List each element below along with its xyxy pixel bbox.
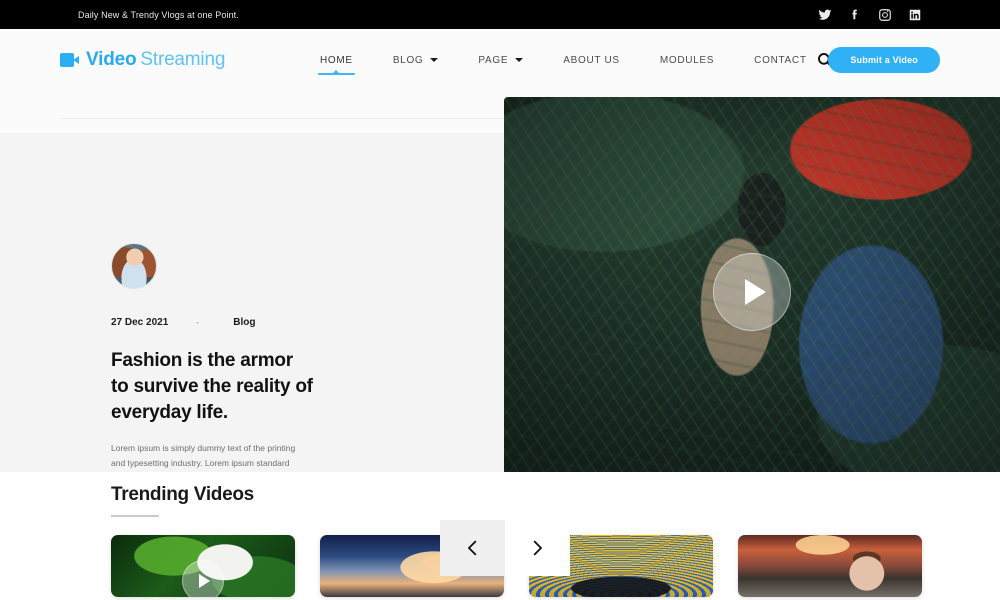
- post-meta: 27 Dec 2021 · Blog: [111, 317, 441, 328]
- card-thumbnail: [738, 535, 922, 597]
- carousel-prev-button[interactable]: [440, 520, 505, 576]
- site-logo[interactable]: Video Streaming: [60, 49, 225, 71]
- trending-card-4[interactable]: [738, 535, 922, 597]
- carousel-next-button[interactable]: [505, 520, 570, 576]
- meta-separator: ·: [196, 317, 200, 328]
- hero-section: 27 Dec 2021 · Blog Fashion is the armor …: [0, 91, 1000, 576]
- nav-label: PAGE: [478, 54, 509, 66]
- title-underline: [111, 515, 159, 517]
- trending-header: Trending Videos: [111, 484, 254, 517]
- play-icon: [199, 573, 210, 588]
- nav-label: HOME: [320, 54, 353, 66]
- linkedin-icon[interactable]: [908, 8, 922, 22]
- nav-label: BLOG: [392, 54, 424, 66]
- hero-title-line-3: everyday life.: [111, 401, 228, 423]
- nav-item-modules[interactable]: MODULES: [640, 29, 734, 91]
- chevron-down-icon: [430, 58, 439, 62]
- chevron-right-icon: [533, 540, 542, 556]
- nav-item-home[interactable]: HOME: [300, 29, 373, 91]
- nav-label: MODULES: [659, 54, 715, 66]
- logo-light: Streaming: [140, 49, 226, 70]
- page-root: Daily New & Trendy Vlogs at one Point. V…: [0, 0, 1000, 600]
- chevron-down-icon: [515, 58, 524, 62]
- nav-item-about-us[interactable]: ABOUT US: [543, 29, 640, 91]
- nav-item-page[interactable]: PAGE: [458, 29, 543, 91]
- hero-title-line-2: to survive the reality of: [111, 375, 313, 397]
- hero-play-button[interactable]: [713, 253, 791, 331]
- post-date: 27 Dec 2021: [111, 317, 169, 328]
- twitter-icon[interactable]: [818, 8, 832, 22]
- chevron-left-icon: [468, 540, 477, 556]
- logo-text: Video Streaming: [86, 49, 225, 71]
- card-play-button[interactable]: [182, 559, 224, 597]
- video-camera-icon: [60, 53, 79, 67]
- logo-bold: Video: [86, 49, 137, 70]
- facebook-icon[interactable]: [848, 8, 862, 22]
- social-links: [818, 8, 922, 22]
- top-bar: Daily New & Trendy Vlogs at one Point.: [0, 0, 1000, 29]
- section-title: Trending Videos: [111, 484, 254, 505]
- hero-title: Fashion is the armor to survive the real…: [111, 348, 441, 425]
- trending-card-1[interactable]: [111, 535, 295, 597]
- instagram-icon[interactable]: [878, 8, 892, 22]
- main-nav: HOME BLOG PAGE ABOUT US MODULES CONTACT: [300, 29, 827, 91]
- hero-title-line-1: Fashion is the armor: [111, 350, 293, 371]
- carousel-nav: [440, 520, 570, 576]
- submit-video-button[interactable]: Submit a Video: [828, 47, 940, 73]
- nav-label: ABOUT US: [563, 54, 620, 66]
- post-category[interactable]: Blog: [233, 317, 255, 328]
- nav-label: CONTACT: [754, 54, 807, 66]
- site-header: Video Streaming HOME BLOG PAGE ABOUT US M…: [0, 29, 1000, 119]
- nav-item-contact[interactable]: CONTACT: [734, 29, 827, 91]
- author-avatar: [111, 243, 157, 289]
- hero-photo: [504, 97, 1000, 472]
- tagline: Daily New & Trendy Vlogs at one Point.: [78, 9, 239, 20]
- active-indicator: [318, 70, 355, 75]
- play-icon: [744, 279, 766, 305]
- nav-item-blog[interactable]: BLOG: [373, 29, 459, 91]
